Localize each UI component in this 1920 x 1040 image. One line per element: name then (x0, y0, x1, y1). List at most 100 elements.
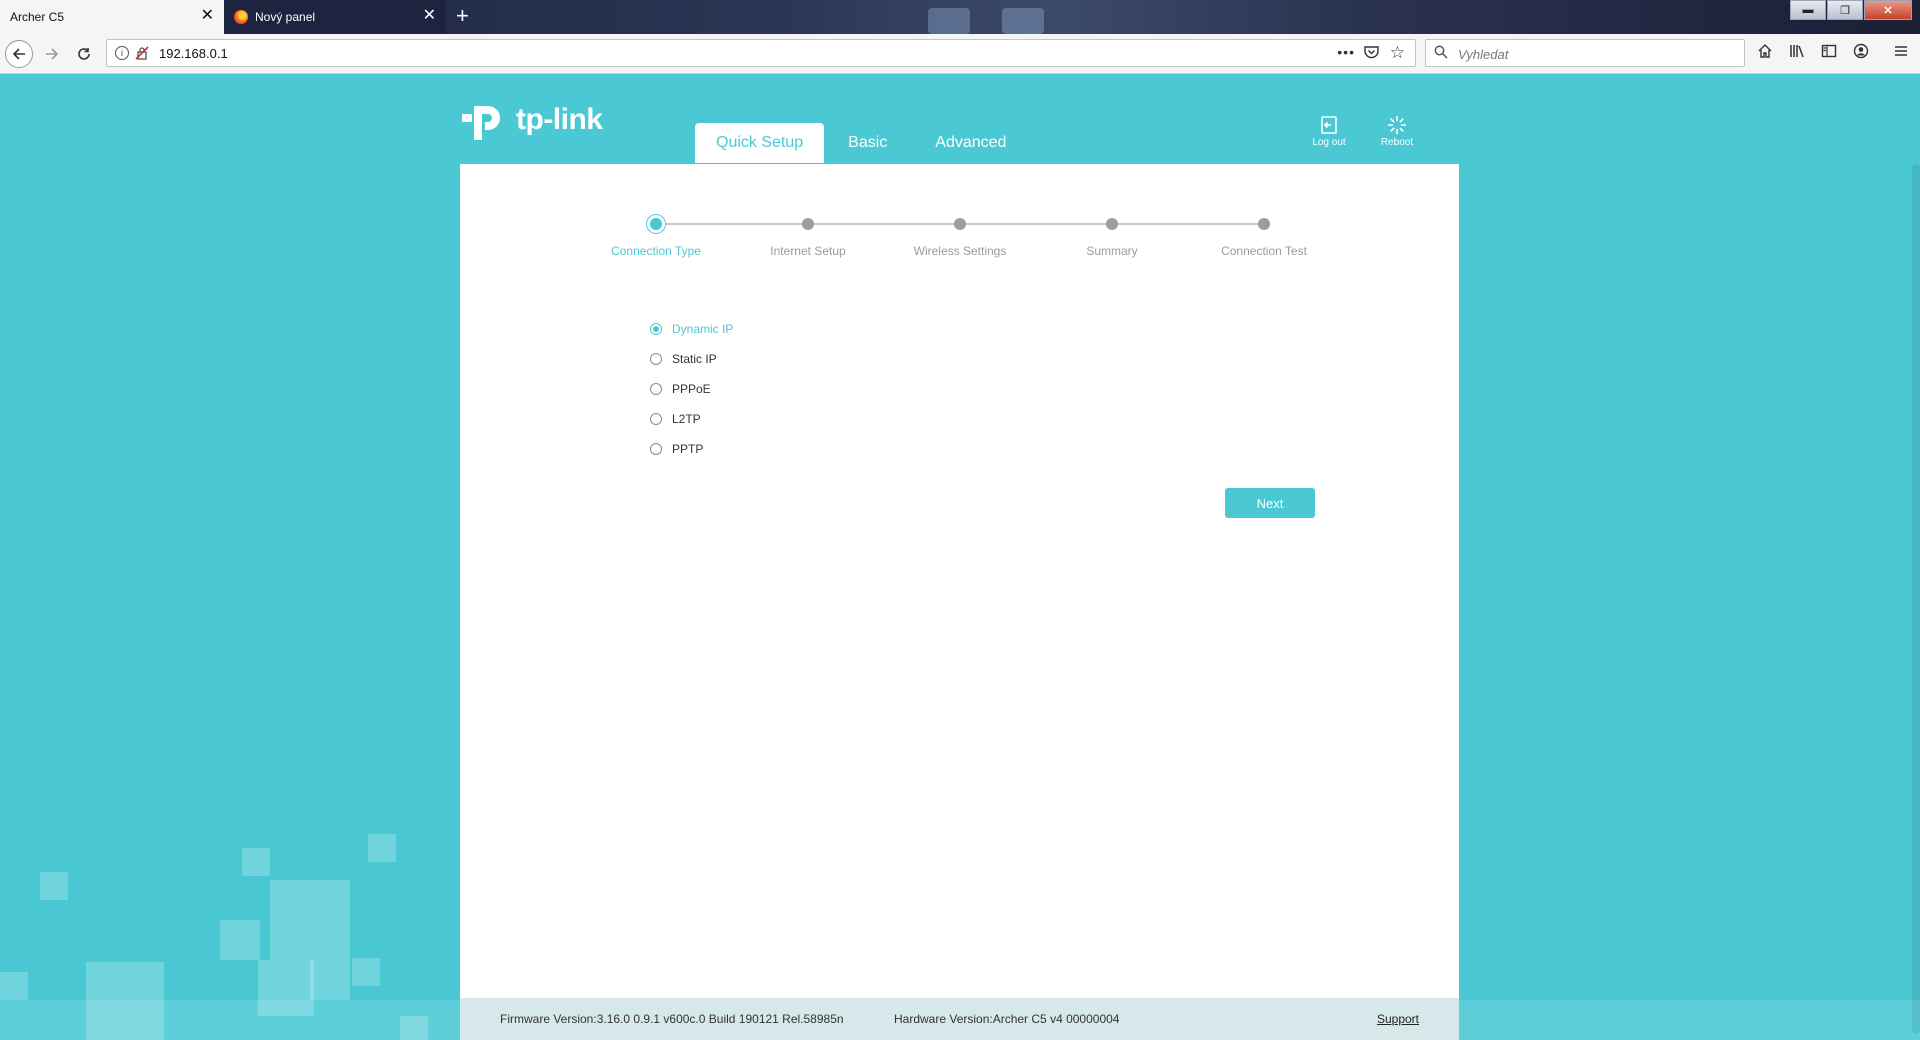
arrow-right-icon (46, 48, 59, 60)
deco-square (40, 872, 68, 900)
radio-button[interactable] (650, 443, 662, 455)
logout-label: Log out (1312, 137, 1346, 148)
radio-label[interactable]: PPTP (672, 442, 703, 456)
step-dot (802, 218, 814, 230)
brand-name: tp-link (516, 103, 603, 136)
deco-band (0, 1000, 460, 1040)
reload-icon (78, 48, 90, 60)
support-link[interactable]: Support (1377, 1012, 1419, 1026)
step-dot (954, 218, 966, 230)
forward-button[interactable] (38, 40, 66, 68)
logout-button[interactable]: Log out (1301, 115, 1357, 148)
reboot-button[interactable]: Reboot (1369, 115, 1425, 148)
radio-button[interactable] (650, 383, 662, 395)
deco-square (310, 960, 350, 1000)
radio-button[interactable] (650, 353, 662, 365)
tab-quick-setup[interactable]: Quick Setup (695, 123, 825, 163)
radio-label[interactable]: Static IP (672, 352, 717, 366)
step-label: Connection Type (611, 244, 701, 258)
close-tab-icon[interactable]: ✕ (423, 8, 436, 24)
step-summary: Summary (1032, 216, 1192, 258)
deco-square (352, 958, 380, 986)
radio-pptp[interactable]: PPTP (650, 434, 733, 464)
radio-pppoe[interactable]: PPPoE (650, 374, 733, 404)
deco-square (242, 848, 270, 876)
back-button[interactable] (5, 40, 33, 68)
url-text[interactable]: 192.168.0.1 (159, 46, 228, 61)
pocket-icon[interactable] (1364, 45, 1379, 62)
search-input[interactable] (1456, 44, 1740, 64)
hardware-version: Hardware Version:Archer C5 v4 00000004 (894, 1012, 1120, 1026)
reload-button[interactable] (70, 40, 98, 68)
radio-button[interactable] (650, 413, 662, 425)
firefox-icon (234, 10, 248, 24)
restore-button[interactable]: ❐ (1827, 0, 1863, 20)
deco-square (220, 920, 260, 960)
step-dot (1106, 218, 1118, 230)
info-icon[interactable]: i (115, 46, 129, 60)
radio-label[interactable]: PPPoE (672, 382, 711, 396)
window-controls: ▬ ❐ ✕ (1789, 0, 1912, 20)
sidebar-icon[interactable] (1818, 43, 1840, 64)
url-bar[interactable]: i 192.168.0.1 ••• ☆ (106, 39, 1416, 67)
step-label: Summary (1086, 244, 1138, 258)
search-icon (1434, 45, 1448, 62)
menu-icon[interactable] (1890, 43, 1912, 64)
desktop-decoration (1002, 8, 1044, 34)
tab-advanced[interactable]: Advanced (911, 123, 1030, 163)
arrow-left-icon (12, 48, 25, 60)
more-actions-icon[interactable]: ••• (1337, 44, 1355, 60)
radio-static-ip[interactable]: Static IP (650, 344, 733, 374)
new-tab-button[interactable]: + (456, 3, 469, 29)
setup-progress-steps: Connection Type Internet Setup Wireless … (460, 164, 1459, 284)
router-nav-tabs: Quick Setup Basic Advanced (695, 123, 1030, 163)
deco-band (1459, 1000, 1920, 1040)
radio-l2tp[interactable]: L2TP (650, 404, 733, 434)
search-bar[interactable] (1425, 39, 1745, 67)
browser-nav-bar: i 192.168.0.1 ••• ☆ (0, 34, 1920, 74)
library-icon[interactable] (1786, 43, 1808, 64)
tab-basic[interactable]: Basic (824, 123, 911, 163)
step-internet-setup: Internet Setup (728, 216, 888, 258)
insecure-lock-icon[interactable] (135, 46, 149, 60)
deco-square (270, 880, 350, 960)
home-icon[interactable] (1754, 43, 1776, 64)
step-connection-type: Connection Type (576, 216, 736, 258)
close-tab-icon[interactable]: ✕ (201, 8, 214, 24)
close-window-button[interactable]: ✕ (1864, 0, 1912, 20)
step-dot (650, 218, 662, 230)
tab-new-panel[interactable]: Nový panel ✕ (224, 0, 446, 34)
step-wireless-settings: Wireless Settings (880, 216, 1040, 258)
tp-link-logo: tp-link (460, 96, 603, 144)
tab-title: Nový panel (255, 10, 316, 24)
radio-label[interactable]: L2TP (672, 412, 701, 426)
browser-tab-bar: Archer C5 ✕ Nový panel ✕ + ▬ ❐ ✕ (0, 0, 1920, 34)
step-label: Internet Setup (770, 244, 846, 258)
tab-archer-c5[interactable]: Archer C5 ✕ (0, 0, 224, 34)
tp-link-logo-icon (462, 106, 500, 140)
minimize-button[interactable]: ▬ (1790, 0, 1826, 20)
step-dot (1258, 218, 1270, 230)
account-icon[interactable] (1850, 43, 1872, 64)
step-label: Wireless Settings (913, 244, 1007, 258)
page-footer: Firmware Version:3.16.0 0.9.1 v600c.0 Bu… (460, 998, 1459, 1040)
desktop-decoration (928, 8, 970, 34)
connection-type-options: Dynamic IP Static IP PPPoE L2TP PPTP (650, 314, 733, 464)
next-button[interactable]: Next (1225, 488, 1315, 518)
radio-label[interactable]: Dynamic IP (672, 322, 733, 336)
tab-title: Archer C5 (10, 10, 65, 24)
scrollbar-thumb[interactable] (1912, 164, 1920, 1034)
step-label: Connection Test (1221, 244, 1307, 258)
firmware-version: Firmware Version:3.16.0 0.9.1 v600c.0 Bu… (500, 1012, 844, 1026)
radio-dynamic-ip[interactable]: Dynamic IP (650, 314, 733, 344)
step-connection-test: Connection Test (1184, 216, 1344, 258)
deco-square (368, 834, 396, 862)
reboot-icon (1388, 116, 1406, 134)
radio-button[interactable] (650, 323, 662, 335)
bookmark-star-icon[interactable]: ☆ (1390, 43, 1405, 63)
reboot-label: Reboot (1380, 137, 1414, 148)
quick-setup-panel: Connection Type Internet Setup Wireless … (460, 164, 1459, 1040)
logout-icon (1321, 116, 1337, 134)
deco-square (0, 972, 28, 1000)
page-scrollbar[interactable] (1910, 74, 1920, 1040)
